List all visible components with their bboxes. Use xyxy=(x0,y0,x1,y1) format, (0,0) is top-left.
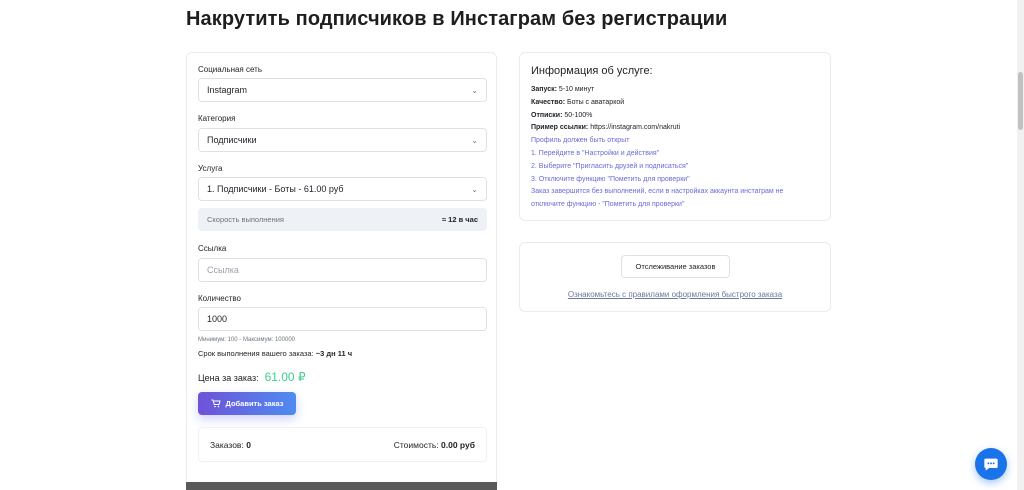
chevron-down-icon: ⌄ xyxy=(471,135,478,145)
price-label: Цена за заказ: xyxy=(198,373,259,383)
category-select[interactable]: Подписчики ⌄ xyxy=(198,128,487,152)
info-start-value: 5-10 минут xyxy=(558,86,595,93)
link-input[interactable]: Ссылка xyxy=(198,258,487,282)
orders-value: 0 xyxy=(246,439,251,450)
service-select[interactable]: 1. Подписчики - Боты - 61.00 руб ⌄ xyxy=(198,177,487,201)
quantity-hint: Минимум: 100 - Максимум: 100000 xyxy=(198,337,295,343)
link-label: Ссылка xyxy=(198,244,227,253)
info-start: Запуск: 5-10 минут xyxy=(531,84,819,97)
info-note: отключите функцию - "Пометить для провер… xyxy=(531,201,685,209)
orders-count: Заказов: 0 xyxy=(210,440,251,450)
category-label: Категория xyxy=(198,114,236,123)
card-footer-bar xyxy=(186,482,497,490)
info-note: 3. Отключите функцию "Пометить для прове… xyxy=(531,175,690,183)
chevron-down-icon: ⌄ xyxy=(471,85,478,95)
order-cost: Стоимость: 0.00 руб xyxy=(394,440,475,450)
info-quality-value: Боты с аватаркой xyxy=(567,98,625,106)
price-row: Цена за заказ: 61.00 ₽ xyxy=(198,370,306,384)
info-title: Информация об услуге: xyxy=(531,65,653,77)
price-value: 61.00 ₽ xyxy=(264,370,306,384)
info-note: Профиль должен быть открыт xyxy=(531,137,630,145)
info-note: 1. Перейдите в "Настройки и действия" xyxy=(531,149,660,157)
page-scrollbar[interactable] xyxy=(1017,0,1024,490)
info-note: Заказ завершится без выполнений, если в … xyxy=(531,188,784,196)
service-info-card: Информация об услуге: Запуск: 5-10 минут… xyxy=(519,52,831,221)
chat-icon xyxy=(984,458,998,471)
info-unsub: Отписки: 50-100% xyxy=(531,110,819,123)
order-summary: Заказов: 0 Стоимость: 0.00 руб xyxy=(198,427,487,462)
orders-label: Заказов: xyxy=(210,439,244,450)
network-select-value: Instagram xyxy=(207,85,248,95)
tracking-card: Отслеживание заказов Ознакомьтесь с прав… xyxy=(519,242,831,312)
scrollbar-thumb[interactable] xyxy=(1018,72,1023,130)
info-unsub-value: 50-100% xyxy=(564,111,593,119)
rules-link[interactable]: Ознакомьтесь с правилами оформления быст… xyxy=(520,290,830,299)
info-start-label: Запуск: xyxy=(531,86,557,93)
term-label: Срок выполнения вашего заказа: xyxy=(198,349,314,358)
speed-label: Скорость выполнения xyxy=(207,215,284,224)
info-example: Пример ссылки: https://instagram.com/nak… xyxy=(531,122,819,135)
cost-value: 0.00 руб xyxy=(441,439,475,450)
cost-label: Стоимость: xyxy=(393,439,439,450)
cart-icon xyxy=(211,399,221,408)
order-form-card: Социальная сеть Instagram ⌄ Категория По… xyxy=(186,52,497,490)
speed-info-box: Скорость выполнения ≈ 12 в час xyxy=(198,208,487,231)
chevron-down-icon: ⌄ xyxy=(471,184,478,194)
service-label: Услуга xyxy=(198,164,223,173)
info-quality-label: Качество: xyxy=(531,98,566,106)
page-title: Накрутить подписчиков в Инстаграм без ре… xyxy=(186,8,728,30)
category-select-value: Подписчики xyxy=(207,135,257,145)
info-note: 2. Выберите "Пригласить друзей и подписа… xyxy=(531,162,689,170)
service-select-value: 1. Подписчики - Боты - 61.00 руб xyxy=(207,184,344,194)
info-unsub-label: Отписки: xyxy=(531,111,563,119)
info-example-label: Пример ссылки: xyxy=(531,124,589,132)
add-order-label: Добавить заказ xyxy=(225,399,284,408)
info-quality: Качество: Боты с аватаркой xyxy=(531,97,819,110)
network-label: Социальная сеть xyxy=(198,65,262,74)
term-value: ~3 дн 11 ч xyxy=(315,349,353,358)
chat-button[interactable] xyxy=(975,448,1007,480)
network-select[interactable]: Instagram ⌄ xyxy=(198,78,487,102)
order-term: Срок выполнения вашего заказа: ~3 дн 11 … xyxy=(198,349,352,358)
quantity-label: Количество xyxy=(198,294,241,303)
speed-value: ≈ 12 в час xyxy=(441,215,478,224)
add-order-button[interactable]: Добавить заказ xyxy=(198,392,296,415)
info-example-value: https://instagram.com/nakruti xyxy=(590,124,681,132)
quantity-input[interactable]: 1000 xyxy=(198,307,487,331)
track-orders-button[interactable]: Отслеживание заказов xyxy=(621,255,730,278)
